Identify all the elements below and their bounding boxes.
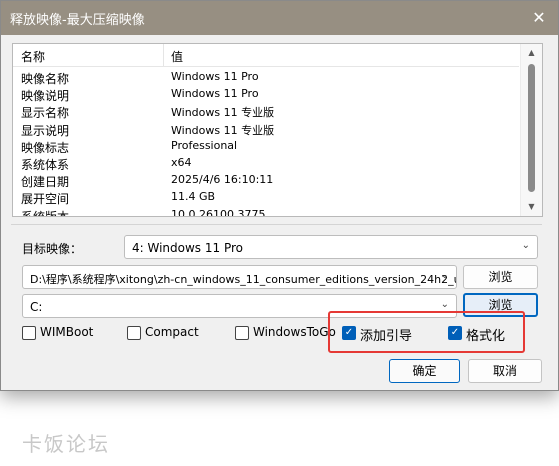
compact-label: Compact (145, 325, 199, 339)
property-value: Windows 11 Pro (171, 87, 259, 101)
forum-watermark: 卡饭论坛 (22, 432, 110, 456)
list-item[interactable]: 系统版本 10.0.26100.3775 (13, 207, 519, 217)
source-path-select[interactable]: D:\程序\系统程序\xitong\zh-cn_windows_11_consu… (22, 265, 457, 289)
browse-source-button[interactable]: 浏览 (463, 265, 538, 289)
section-divider (11, 224, 542, 225)
property-value: 2025/4/6 16:10:11 (171, 173, 274, 187)
property-name: 映像说明 (21, 89, 70, 104)
target-image-value: 4: Windows 11 Pro (132, 241, 243, 255)
property-value: 10.0.26100.3775 (171, 207, 266, 217)
scroll-up-icon[interactable]: ▲ (521, 45, 542, 61)
property-name: 显示说明 (21, 123, 70, 138)
property-value: Professional (171, 138, 238, 152)
property-name: 系统版本 (21, 209, 70, 217)
wimboot-label: WIMBoot (40, 325, 94, 339)
list-item[interactable]: 映像名称 Windows 11 Pro (13, 69, 519, 86)
cancel-button[interactable]: 取消 (468, 359, 542, 383)
image-info-list[interactable]: 名称 值 映像名称 Windows 11 Pro 映像说明 Windows 11 Pr… (12, 43, 543, 217)
list-item[interactable]: 展开空间 11.4 GB (13, 189, 519, 206)
checkbox-box[interactable] (22, 326, 36, 340)
property-name: 映像名称 (21, 72, 70, 86)
property-value: Windows 11 专业版 (171, 106, 275, 120)
property-value: Windows 11 专业版 (171, 123, 275, 137)
target-image-label: 目标映像： (22, 242, 83, 256)
property-name: 系统体系 (21, 157, 70, 172)
property-name: 展开空间 (21, 192, 70, 207)
property-name: 显示名称 (21, 106, 70, 121)
close-icon[interactable]: ✕ (528, 7, 550, 29)
title-bar: 释放映像-最大压缩映像 ✕ (1, 1, 558, 35)
target-image-select[interactable]: 4: Windows 11 Pro ⌄ (124, 235, 538, 259)
annotation-highlight-box (328, 311, 525, 353)
list-item[interactable]: 显示说明 Windows 11 专业版 (13, 121, 519, 138)
chevron-down-icon: ⌄ (521, 240, 530, 251)
column-header-value[interactable]: 值 (171, 48, 183, 65)
checkbox-box[interactable] (127, 326, 141, 340)
property-name: 创建日期 (21, 175, 70, 190)
list-item[interactable]: 系统体系 x64 (13, 155, 519, 172)
column-divider[interactable] (163, 44, 164, 66)
column-header-name[interactable]: 名称 (21, 48, 45, 65)
scroll-thumb[interactable] (528, 64, 535, 192)
list-item[interactable]: 映像说明 Windows 11 Pro (13, 86, 519, 103)
list-scrollbar[interactable]: ▲ ▼ (520, 44, 542, 216)
checkbox-box[interactable] (235, 326, 249, 340)
window-title: 释放映像-最大压缩映像 (10, 13, 145, 28)
list-item[interactable]: 映像标志 Professional (13, 138, 519, 155)
source-path-value: D:\程序\系统程序\xitong\zh-cn_windows_11_consu… (30, 273, 457, 286)
property-value: 11.4 GB (171, 190, 216, 204)
list-item[interactable]: 显示名称 Windows 11 专业版 (13, 103, 519, 120)
target-drive-value: C: (30, 300, 43, 314)
list-rows: 映像名称 Windows 11 Pro 映像说明 Windows 11 Pro 显示名称… (13, 69, 519, 217)
list-header: 名称 值 (13, 44, 519, 67)
windowstogo-label: WindowsToGo (253, 325, 336, 339)
list-item[interactable]: 创建日期 2025/4/6 16:10:11 (13, 172, 519, 189)
property-value: Windows 11 Pro (171, 70, 259, 83)
chevron-down-icon: ⌄ (440, 299, 449, 310)
property-value: x64 (171, 155, 192, 169)
chevron-down-icon: ⌄ (440, 270, 449, 281)
ok-button[interactable]: 确定 (389, 359, 460, 383)
property-name: 映像标志 (21, 140, 70, 155)
scroll-down-icon[interactable]: ▼ (521, 199, 542, 215)
